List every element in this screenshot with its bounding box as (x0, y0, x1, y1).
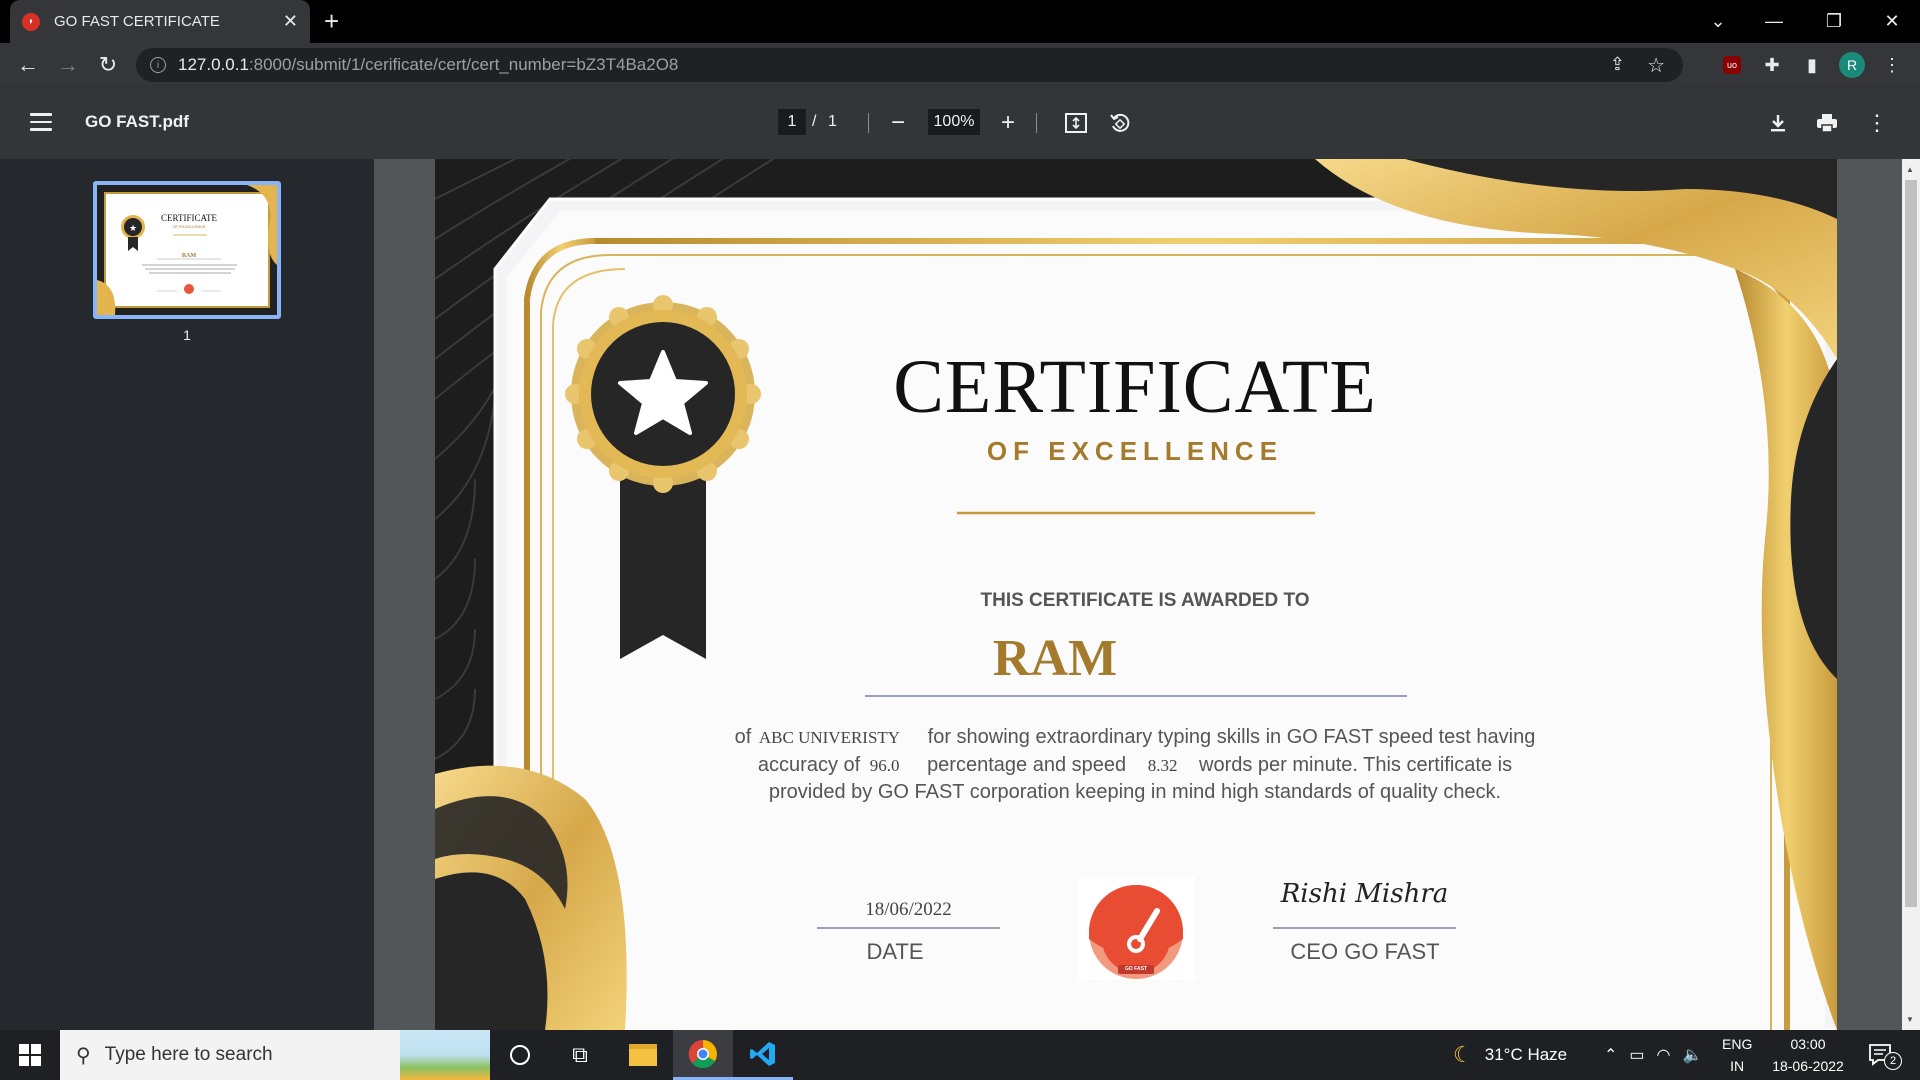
pdf-toolbar: GO FAST.pdf 1 / 1 − 100% + ⋮ (0, 87, 1920, 159)
windows-taskbar: ⚲ Type here to search ⧉ ☾ 31°C Haze ⌃ ▭ … (0, 1030, 1920, 1080)
thumbnail-page-number: 1 (183, 327, 191, 343)
speed-value: 8.32 (1147, 756, 1178, 775)
search-highlight-image (400, 1030, 490, 1080)
zoom-level-input[interactable]: 100% (928, 109, 980, 135)
thumb-subtitle: OF EXCELLENCE (172, 224, 205, 229)
page-thumbnail[interactable]: ★ CERTIFICATE OF EXCELLENCE RAM (93, 181, 281, 319)
body-line-2: accuracy of 96.0 percentage and speed 8.… (757, 754, 1513, 776)
search-icon: ⚲ (76, 1044, 91, 1067)
minimize-button[interactable]: — (1746, 0, 1802, 43)
certificate-subtitle: OF EXCELLENCE (986, 436, 1284, 466)
vscode-taskbar-icon[interactable] (733, 1030, 793, 1080)
favicon-icon: ◗ (22, 12, 40, 31)
tab-search-icon[interactable]: ⌄ (1690, 0, 1746, 43)
screen: ◗ GO FAST CERTIFICATE ✕ + ⌄ — ❐ ✕ ← → ↻ … (0, 0, 1920, 1080)
signer-title: CEO GO FAST (1290, 939, 1440, 964)
date-label: DATE (866, 939, 924, 964)
page-number-input[interactable]: 1 (778, 109, 806, 135)
tab-title: GO FAST CERTIFICATE (54, 13, 220, 30)
cortana-icon[interactable] (490, 1030, 550, 1080)
thumb-recipient: RAM (182, 253, 197, 259)
notification-count: 2 (1884, 1052, 1902, 1070)
taskbar-search-box[interactable]: ⚲ Type here to search (60, 1030, 490, 1080)
thumb-title: CERTIFICATE (161, 213, 217, 223)
system-tray: ⌃ ▭ ◠ 🔈 (1604, 1030, 1702, 1080)
new-tab-button[interactable]: + (324, 6, 339, 37)
svg-text:★: ★ (129, 223, 137, 233)
page-separator: / (812, 113, 817, 130)
weather-widget[interactable]: ☾ 31°C Haze (1453, 1030, 1567, 1080)
task-view-icon[interactable]: ⧉ (550, 1030, 610, 1080)
zoom-out-button[interactable]: − (884, 109, 912, 137)
body-line-1: of ABC UNIVERISTY for showing extraordin… (734, 726, 1536, 748)
extensions-puzzle-icon[interactable]: ✚ (1758, 51, 1786, 79)
tab-active[interactable]: ◗ GO FAST CERTIFICATE ✕ (10, 0, 310, 43)
pdf-filename: GO FAST.pdf (85, 112, 189, 131)
scrollbar-thumb[interactable] (1905, 180, 1917, 907)
notification-center-icon[interactable]: 2 (1868, 1030, 1908, 1080)
forward-button[interactable]: → (54, 51, 82, 79)
fit-page-icon[interactable] (1062, 109, 1090, 137)
tab-strip: ◗ GO FAST CERTIFICATE ✕ + ⌄ — ❐ ✕ (0, 0, 1920, 43)
restore-button[interactable]: ❐ (1806, 0, 1862, 43)
address-bar[interactable]: i 127.0.0.1:8000/submit/1/cerificate/cer… (136, 48, 1683, 82)
sidebar-menu-icon[interactable] (30, 113, 52, 131)
profile-avatar[interactable]: R (1838, 51, 1866, 79)
page-total: 1 (828, 113, 837, 130)
certificate-page: CERTIFICATE OF EXCELLENCE THIS CERTIFICA… (435, 159, 1837, 1030)
logo-text: GO FAST (1125, 966, 1147, 972)
download-icon[interactable] (1764, 109, 1792, 137)
toolbar-divider (1036, 113, 1037, 133)
rotate-icon[interactable] (1106, 109, 1134, 137)
print-icon[interactable] (1813, 109, 1841, 137)
search-placeholder: Type here to search (104, 1044, 273, 1065)
show-hidden-icons-icon[interactable]: ⌃ (1604, 1045, 1617, 1065)
close-window-button[interactable]: ✕ (1864, 0, 1920, 43)
chrome-menu-icon[interactable]: ⋮ (1878, 51, 1906, 79)
share-icon[interactable]: ⇪ (1610, 54, 1625, 75)
certificate-title: CERTIFICATE (893, 345, 1377, 429)
wifi-icon[interactable]: ◠ (1657, 1045, 1671, 1065)
language-indicator[interactable]: ENG IN (1722, 1030, 1752, 1080)
weather-moon-icon: ☾ (1453, 1042, 1473, 1067)
thumbnail-sidebar: ★ CERTIFICATE OF EXCELLENCE RAM 1 (0, 159, 374, 1030)
accuracy-value: 96.0 (869, 756, 900, 775)
date-value: 18/06/2022 (865, 899, 952, 920)
browser-toolbar: ← → ↻ i 127.0.0.1:8000/submit/1/cerifica… (0, 43, 1920, 87)
side-panel-icon[interactable]: ▮ (1798, 51, 1826, 79)
university-name: ABC UNIVERISTY (758, 728, 901, 747)
tab-close-icon[interactable]: ✕ (283, 11, 298, 32)
awarded-line: THIS CERTIFICATE IS AWARDED TO (980, 590, 1310, 611)
url-text: 127.0.0.1:8000/submit/1/cerificate/cert/… (178, 55, 679, 74)
toolbar-divider (868, 113, 869, 133)
ublock-extension-icon[interactable]: uo (1718, 51, 1746, 79)
clock[interactable]: 03:00 18-06-2022 (1760, 1030, 1856, 1080)
signature: Rishi Mishra (1280, 879, 1449, 909)
body-line-3: provided by GO FAST corporation keeping … (768, 781, 1502, 803)
zoom-in-button[interactable]: + (994, 109, 1022, 137)
volume-icon[interactable]: 🔈 (1683, 1045, 1703, 1065)
back-button[interactable]: ← (14, 51, 42, 79)
site-info-icon[interactable]: i (150, 57, 166, 73)
reload-button[interactable]: ↻ (94, 51, 122, 79)
start-button[interactable] (0, 1030, 60, 1080)
chrome-taskbar-icon[interactable] (673, 1030, 733, 1080)
battery-icon[interactable]: ▭ (1629, 1045, 1644, 1065)
bookmark-star-icon[interactable]: ☆ (1647, 53, 1665, 78)
recipient-name: RAM (992, 630, 1118, 687)
file-explorer-icon[interactable] (613, 1030, 673, 1080)
more-actions-icon[interactable]: ⋮ (1863, 109, 1891, 137)
